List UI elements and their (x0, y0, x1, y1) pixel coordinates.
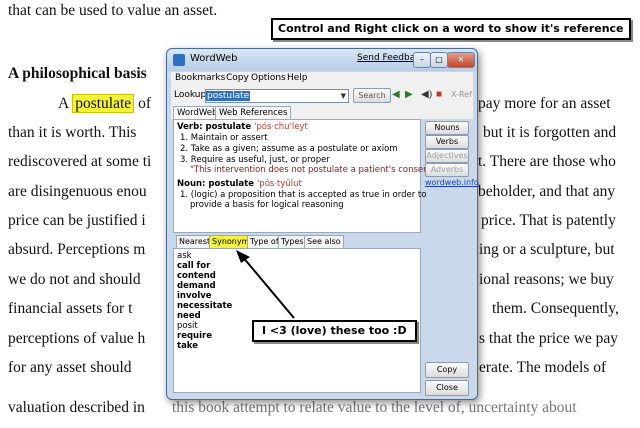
menu-copy[interactable]: Copy (226, 73, 249, 83)
toolbar: Lookup: postulate ▼ Search ◀ ▶ ◀) ■ X-Re… (171, 87, 473, 105)
doc-heading: A philosophical basis (8, 65, 147, 82)
doc-text-left: valuation described in (8, 399, 145, 416)
wordweb-app-icon (173, 54, 185, 66)
doc-text-left: rediscovered at some ti (8, 153, 152, 170)
chevron-down-icon[interactable]: ▼ (340, 90, 347, 102)
doc-text-right: them. Consequently, (492, 300, 619, 317)
doc-text-right: beholder, and that any (478, 183, 616, 200)
synonym-item[interactable]: necessitate (177, 301, 232, 311)
doc-text-right: but it is forgotten and (483, 124, 617, 141)
menu-help[interactable]: Help (287, 73, 308, 83)
menu-bookmarks[interactable]: Bookmarks (175, 73, 225, 83)
tab-types[interactable]: Types (278, 235, 307, 248)
lookup-value: postulate (206, 91, 251, 101)
callout-bottom: I <3 (love) these too :D (252, 320, 417, 342)
forward-arrow-icon[interactable]: ▶ (405, 89, 413, 101)
verb-pronunciation: 'pós·chu'leyt (254, 122, 308, 132)
close-window-button[interactable]: ✕ (447, 52, 475, 68)
doc-text-right: t. There are those who (478, 153, 616, 170)
noun-header-text: Noun: postulate (177, 179, 254, 189)
tab-web-references[interactable]: Web References (215, 106, 292, 119)
menu-bar: Bookmarks Copy Options Help (171, 72, 473, 87)
noun-sense-1: 1. (logic) a proposition that is accepte… (180, 190, 427, 200)
window-title: WordWeb (190, 53, 238, 64)
callout-top: Control and Right click on a word to sho… (271, 18, 631, 40)
maximize-button[interactable]: □ (430, 52, 448, 68)
doc-text: of (138, 95, 151, 112)
lookup-input[interactable]: postulate ▼ (205, 89, 349, 103)
doc-text-right: this book attempt to relate value to the… (172, 399, 577, 416)
synonym-item[interactable]: posit (177, 321, 198, 331)
lookup-label: Lookup: (174, 90, 210, 100)
doc-text-right: price. That is patently (481, 212, 616, 229)
doc-line-1: that can be used to value an asset. (8, 2, 218, 19)
doc-text-left: absurd. Perceptions m (8, 241, 146, 258)
lower-tabs: Nearest Synonyms Type of Types See also (173, 235, 419, 248)
verb-sense-3: 3. Require as useful, just, or proper (180, 155, 330, 165)
synonym-item[interactable]: demand (177, 281, 216, 291)
noun-pronunciation: 'pós·tyûlut (256, 179, 302, 189)
tab-nearest[interactable]: Nearest (176, 235, 214, 248)
bookmark-icon[interactable]: ■ (436, 89, 442, 101)
back-arrow-icon[interactable]: ◀ (392, 89, 400, 101)
doc-text-right: ional reasons; we buy (479, 271, 614, 288)
wordweb-info-link[interactable]: wordweb.info (425, 178, 479, 187)
doc-text: A (58, 95, 69, 112)
synonym-item[interactable]: involve (177, 291, 212, 301)
tab-type-of[interactable]: Type of (247, 235, 282, 248)
synonym-item[interactable]: contend (177, 271, 216, 281)
minimize-button[interactable]: – (413, 52, 431, 68)
speaker-icon[interactable]: ◀) (421, 89, 432, 101)
doc-text-left: we do not and should (8, 271, 141, 288)
verb-header: Verb: postulate 'pós·chu'leyt (177, 122, 308, 132)
adjectives-button[interactable]: Adjectives (425, 149, 469, 163)
doc-line-3: A postulate of (58, 94, 151, 113)
doc-text-right: ing or a sculpture, but (479, 241, 615, 258)
doc-text-left: financial assets for t (8, 300, 133, 317)
adverbs-button[interactable]: Adverbs (425, 163, 469, 177)
search-button[interactable]: Search (353, 88, 391, 103)
doc-text-right: pay more for an asset (478, 95, 611, 112)
doc-text-left: than it is worth. This (8, 124, 137, 141)
close-button[interactable]: Close (425, 380, 469, 396)
copy-button[interactable]: Copy (425, 362, 469, 378)
synonym-item[interactable]: require (177, 331, 212, 341)
verbs-button[interactable]: Verbs (425, 135, 469, 149)
doc-text-right: erate. The models of (479, 359, 607, 376)
doc-text-left: price can be justified i (8, 212, 146, 229)
verb-header-text: Verb: postulate (177, 122, 252, 132)
usage-example: "This intervention does not postulate a … (190, 165, 436, 175)
xref-button[interactable]: X-Ref (451, 90, 472, 99)
synonym-item[interactable]: ask (177, 251, 192, 261)
definition-pane: Verb: postulate 'pós·chu'leyt 1. Maintai… (173, 119, 436, 233)
doc-text-right: s that the price we pay (479, 330, 619, 347)
annotation-arrow-icon (236, 250, 295, 319)
menu-options[interactable]: Options (251, 73, 286, 83)
verb-sense-2: 2. Take as a given; assume as a postulat… (180, 144, 398, 154)
doc-text-left: for any asset should (8, 359, 132, 376)
noun-header: Noun: postulate 'pós·tyûlut (177, 179, 302, 189)
doc-text-left: are disingenuous enou (8, 183, 147, 200)
synonym-item[interactable]: take (177, 341, 198, 351)
highlighted-word[interactable]: postulate (72, 94, 135, 113)
nouns-button[interactable]: Nouns (425, 121, 469, 135)
wordweb-window: WordWeb Send Feedback – □ ✕ Bookmarks Co… (166, 48, 479, 400)
verb-sense-1: 1. Maintain or assert (180, 133, 268, 143)
tab-see-also[interactable]: See also (304, 235, 344, 248)
synonym-item[interactable]: need (177, 311, 201, 321)
noun-sense-1-cont: provide a basis for logical reasoning (190, 200, 344, 210)
main-tabs: WordWeb Web References (171, 105, 473, 119)
doc-text-left: perceptions of value h (8, 330, 146, 347)
title-bar[interactable]: WordWeb Send Feedback – □ ✕ (167, 49, 477, 71)
synonym-item[interactable]: call for (177, 261, 210, 271)
